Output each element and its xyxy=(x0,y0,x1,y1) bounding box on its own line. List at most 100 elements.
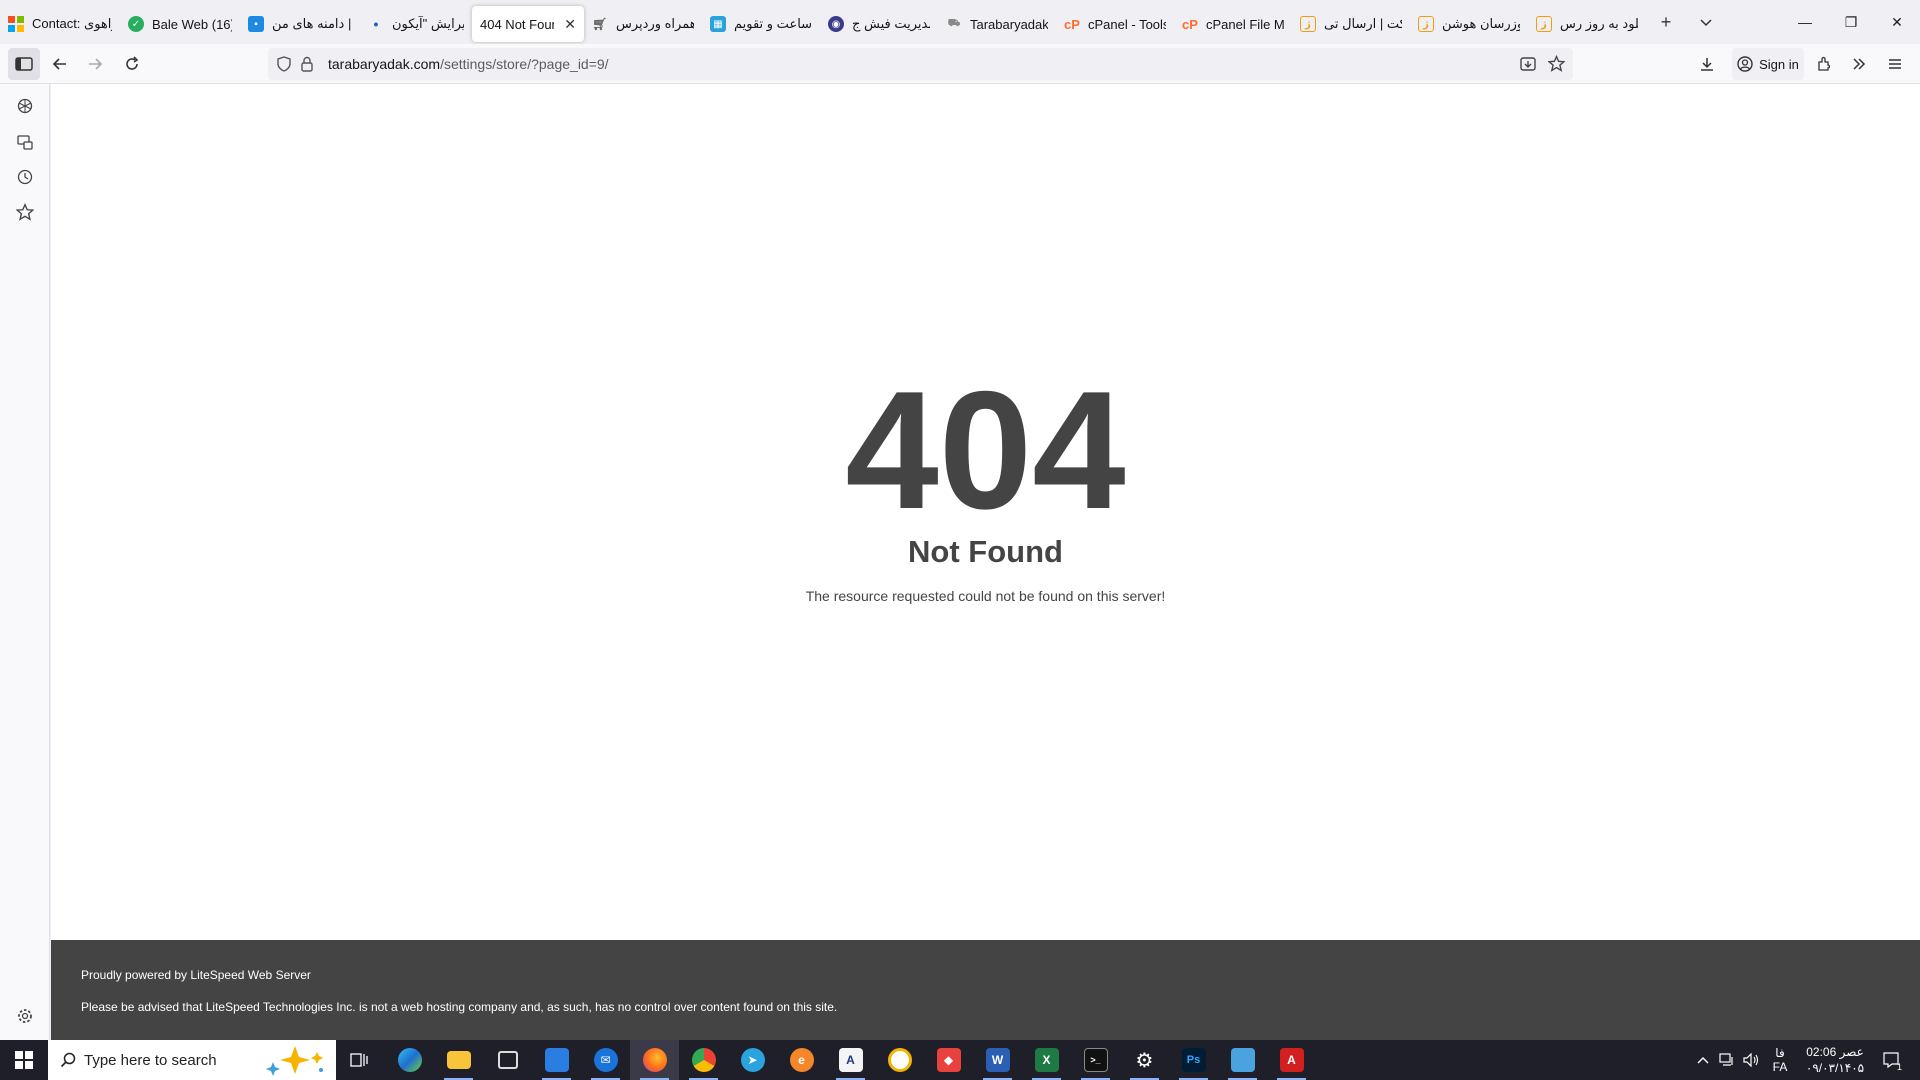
url-host: tarabaryadak.com xyxy=(328,56,441,72)
lock-icon[interactable] xyxy=(300,56,314,77)
taskbar-bank-app[interactable]: A xyxy=(826,1040,875,1080)
ai-chatbot-icon[interactable] xyxy=(13,94,37,118)
bookmarks-star-icon[interactable] xyxy=(13,200,37,224)
tab-404-not-found[interactable]: 404 Not Found ✕ xyxy=(472,6,584,42)
tab-label: cPanel - Tools xyxy=(1088,16,1166,32)
domain-icon: ▪ xyxy=(248,16,264,32)
taskbar-excel[interactable]: X xyxy=(1022,1040,1071,1080)
clock-time: 02:06 عصر xyxy=(1806,1045,1864,1059)
tab-bale-web[interactable]: ✓ Bale Web (16) xyxy=(120,6,240,42)
taskbar-firefox[interactable] xyxy=(630,1040,679,1080)
taskbar-control-panel[interactable] xyxy=(1218,1040,1267,1080)
tab-tarabaryadak[interactable]: ⛟ Tarabaryadak.c xyxy=(938,6,1056,42)
restore-window-icon[interactable]: ❐ xyxy=(1828,0,1874,44)
sign-in-button[interactable]: Sign in xyxy=(1732,48,1804,80)
tab-contact[interactable]: Contact: راهوی xyxy=(0,6,120,42)
bookmark-star-icon[interactable] xyxy=(1547,54,1566,77)
new-tab-plus-icon[interactable]: + xyxy=(1646,4,1686,40)
taskbar-security-lock[interactable] xyxy=(483,1040,532,1080)
owl-icon: ◉ xyxy=(828,16,844,32)
url-text[interactable]: tarabaryadak.com/settings/store/?page_id… xyxy=(328,56,609,74)
volume-speaker-icon[interactable] xyxy=(1740,1040,1762,1080)
error-message: The resource requested could not be foun… xyxy=(805,588,1166,604)
language-indicator[interactable]: فا FA xyxy=(1766,1040,1794,1080)
edge-icon xyxy=(397,1048,422,1072)
tab-cpanel-tools[interactable]: cP cPanel - Tools xyxy=(1056,6,1174,42)
taskbar-telegram[interactable]: ➤ xyxy=(728,1040,777,1080)
sidebar-settings-gear-icon[interactable] xyxy=(13,1004,37,1028)
cart-icon: 🛒︎ xyxy=(592,17,608,31)
close-tab-icon[interactable]: ✕ xyxy=(564,16,576,33)
page-viewport: 404 Not Found The resource requested cou… xyxy=(51,84,1920,1040)
network-icon[interactable] xyxy=(1716,1040,1738,1080)
taskbar-mail[interactable]: ✉ xyxy=(581,1040,630,1080)
search-icon xyxy=(60,1052,76,1068)
tab-smart-updater[interactable]: ژ بروزرسان هوشن xyxy=(1410,6,1528,42)
address-bar[interactable]: tarabaryadak.com/settings/store/?page_id… xyxy=(268,48,1573,80)
terminal-icon: >_ xyxy=(1083,1048,1108,1072)
zhaket-icon: ژ xyxy=(1300,16,1316,32)
truck-icon: ⛟ xyxy=(947,17,961,29)
tab-wordpress-companion[interactable]: 🛒︎ همراه وردپرس xyxy=(584,6,702,42)
task-view-icon xyxy=(349,1053,368,1067)
tab-label: ساعت و تقویم xyxy=(734,16,812,31)
tab-label: دامنه های من | xyxy=(272,16,352,31)
history-clock-icon[interactable] xyxy=(13,165,37,189)
taskbar-acrobat[interactable]: A xyxy=(1267,1040,1316,1080)
search-highlight-sparkle-icon xyxy=(263,1044,329,1080)
taskbar-settings[interactable]: ⚙ xyxy=(1120,1040,1169,1080)
notification-center-icon[interactable]: 1 xyxy=(1876,1040,1906,1080)
tab-cpanel-file-manager[interactable]: cP cPanel File Ma xyxy=(1174,6,1292,42)
taskbar-edge[interactable] xyxy=(385,1040,434,1080)
close-window-icon[interactable]: ✕ xyxy=(1874,0,1920,44)
list-all-tabs-chevron-icon[interactable] xyxy=(1686,4,1726,40)
minimize-window-icon[interactable]: — xyxy=(1782,0,1828,44)
anydesk-icon: ◆ xyxy=(936,1048,961,1072)
back-arrow-icon[interactable] xyxy=(44,48,76,80)
notification-count-badge: 1 xyxy=(1896,1062,1902,1072)
more-tools-chevrons-icon[interactable] xyxy=(1843,48,1875,80)
save-to-pocket-icon[interactable] xyxy=(1520,56,1536,77)
taskbar-word[interactable]: W xyxy=(973,1040,1022,1080)
synced-tabs-icon[interactable] xyxy=(13,130,37,154)
account-icon xyxy=(1737,56,1753,72)
tab-strip: Contact: راهوی ✓ Bale Web (16) ▪ دامنه ه… xyxy=(0,0,1920,44)
show-hidden-icons-chevron-icon[interactable] xyxy=(1692,1040,1714,1080)
tab-edit-icon[interactable]: • ویرایش "آیکون xyxy=(360,6,472,42)
word-icon: W xyxy=(985,1048,1010,1072)
forward-arrow-icon[interactable] xyxy=(79,48,111,80)
taskbar-terminal[interactable]: >_ xyxy=(1071,1040,1120,1080)
taskbar-photoshop[interactable]: Ps xyxy=(1169,1040,1218,1080)
tab-label: همراه وردپرس xyxy=(616,16,694,31)
footer-disclaimer: Please be advised that LiteSpeed Technol… xyxy=(81,1000,838,1014)
taskbar-store[interactable] xyxy=(532,1040,581,1080)
tab-download-update[interactable]: ژ دانلود به روز رس xyxy=(1528,6,1646,42)
taskbar-orange-app[interactable]: e xyxy=(777,1040,826,1080)
search-placeholder: Type here to search xyxy=(84,1051,217,1069)
extensions-puzzle-icon[interactable] xyxy=(1808,48,1840,80)
hamburger-menu-icon[interactable] xyxy=(1879,48,1911,80)
downloads-icon[interactable] xyxy=(1691,48,1723,80)
start-button[interactable] xyxy=(0,1040,48,1080)
tab-clock-calendar[interactable]: ▦ ساعت و تقویم xyxy=(702,6,820,42)
taskbar-anydesk[interactable]: ◆ xyxy=(924,1040,973,1080)
tab-zhaket-send[interactable]: ژ ژاکت | ارسال تی xyxy=(1292,6,1410,42)
sidebar-toggle-icon[interactable] xyxy=(8,48,40,80)
tracking-protection-shield-icon[interactable] xyxy=(276,56,292,77)
url-path: /settings/store/?page_id=9/ xyxy=(440,56,609,72)
taskbar-search-box[interactable]: Type here to search xyxy=(48,1040,336,1080)
sign-in-label: Sign in xyxy=(1759,56,1799,72)
tab-receipt-management[interactable]: ◉ مدیریت فیش ج xyxy=(820,6,938,42)
mail-icon: ✉ xyxy=(593,1048,618,1072)
taskbar-chrome[interactable] xyxy=(679,1040,728,1080)
reload-icon[interactable] xyxy=(116,48,148,80)
error-title: Not Found xyxy=(908,534,1063,569)
dot-icon: • xyxy=(373,16,379,32)
tab-domains[interactable]: ▪ دامنه های من | xyxy=(240,6,360,42)
clock-area[interactable]: 02:06 عصر ۰۹/۰۳/۱۴۰۵ xyxy=(1798,1040,1872,1080)
taskbar-file-explorer[interactable] xyxy=(434,1040,483,1080)
tab-label: cPanel File Ma xyxy=(1206,16,1284,32)
taskbar-ring-app[interactable] xyxy=(875,1040,924,1080)
telegram-icon: ➤ xyxy=(740,1048,765,1072)
task-view-button[interactable] xyxy=(335,1040,384,1080)
